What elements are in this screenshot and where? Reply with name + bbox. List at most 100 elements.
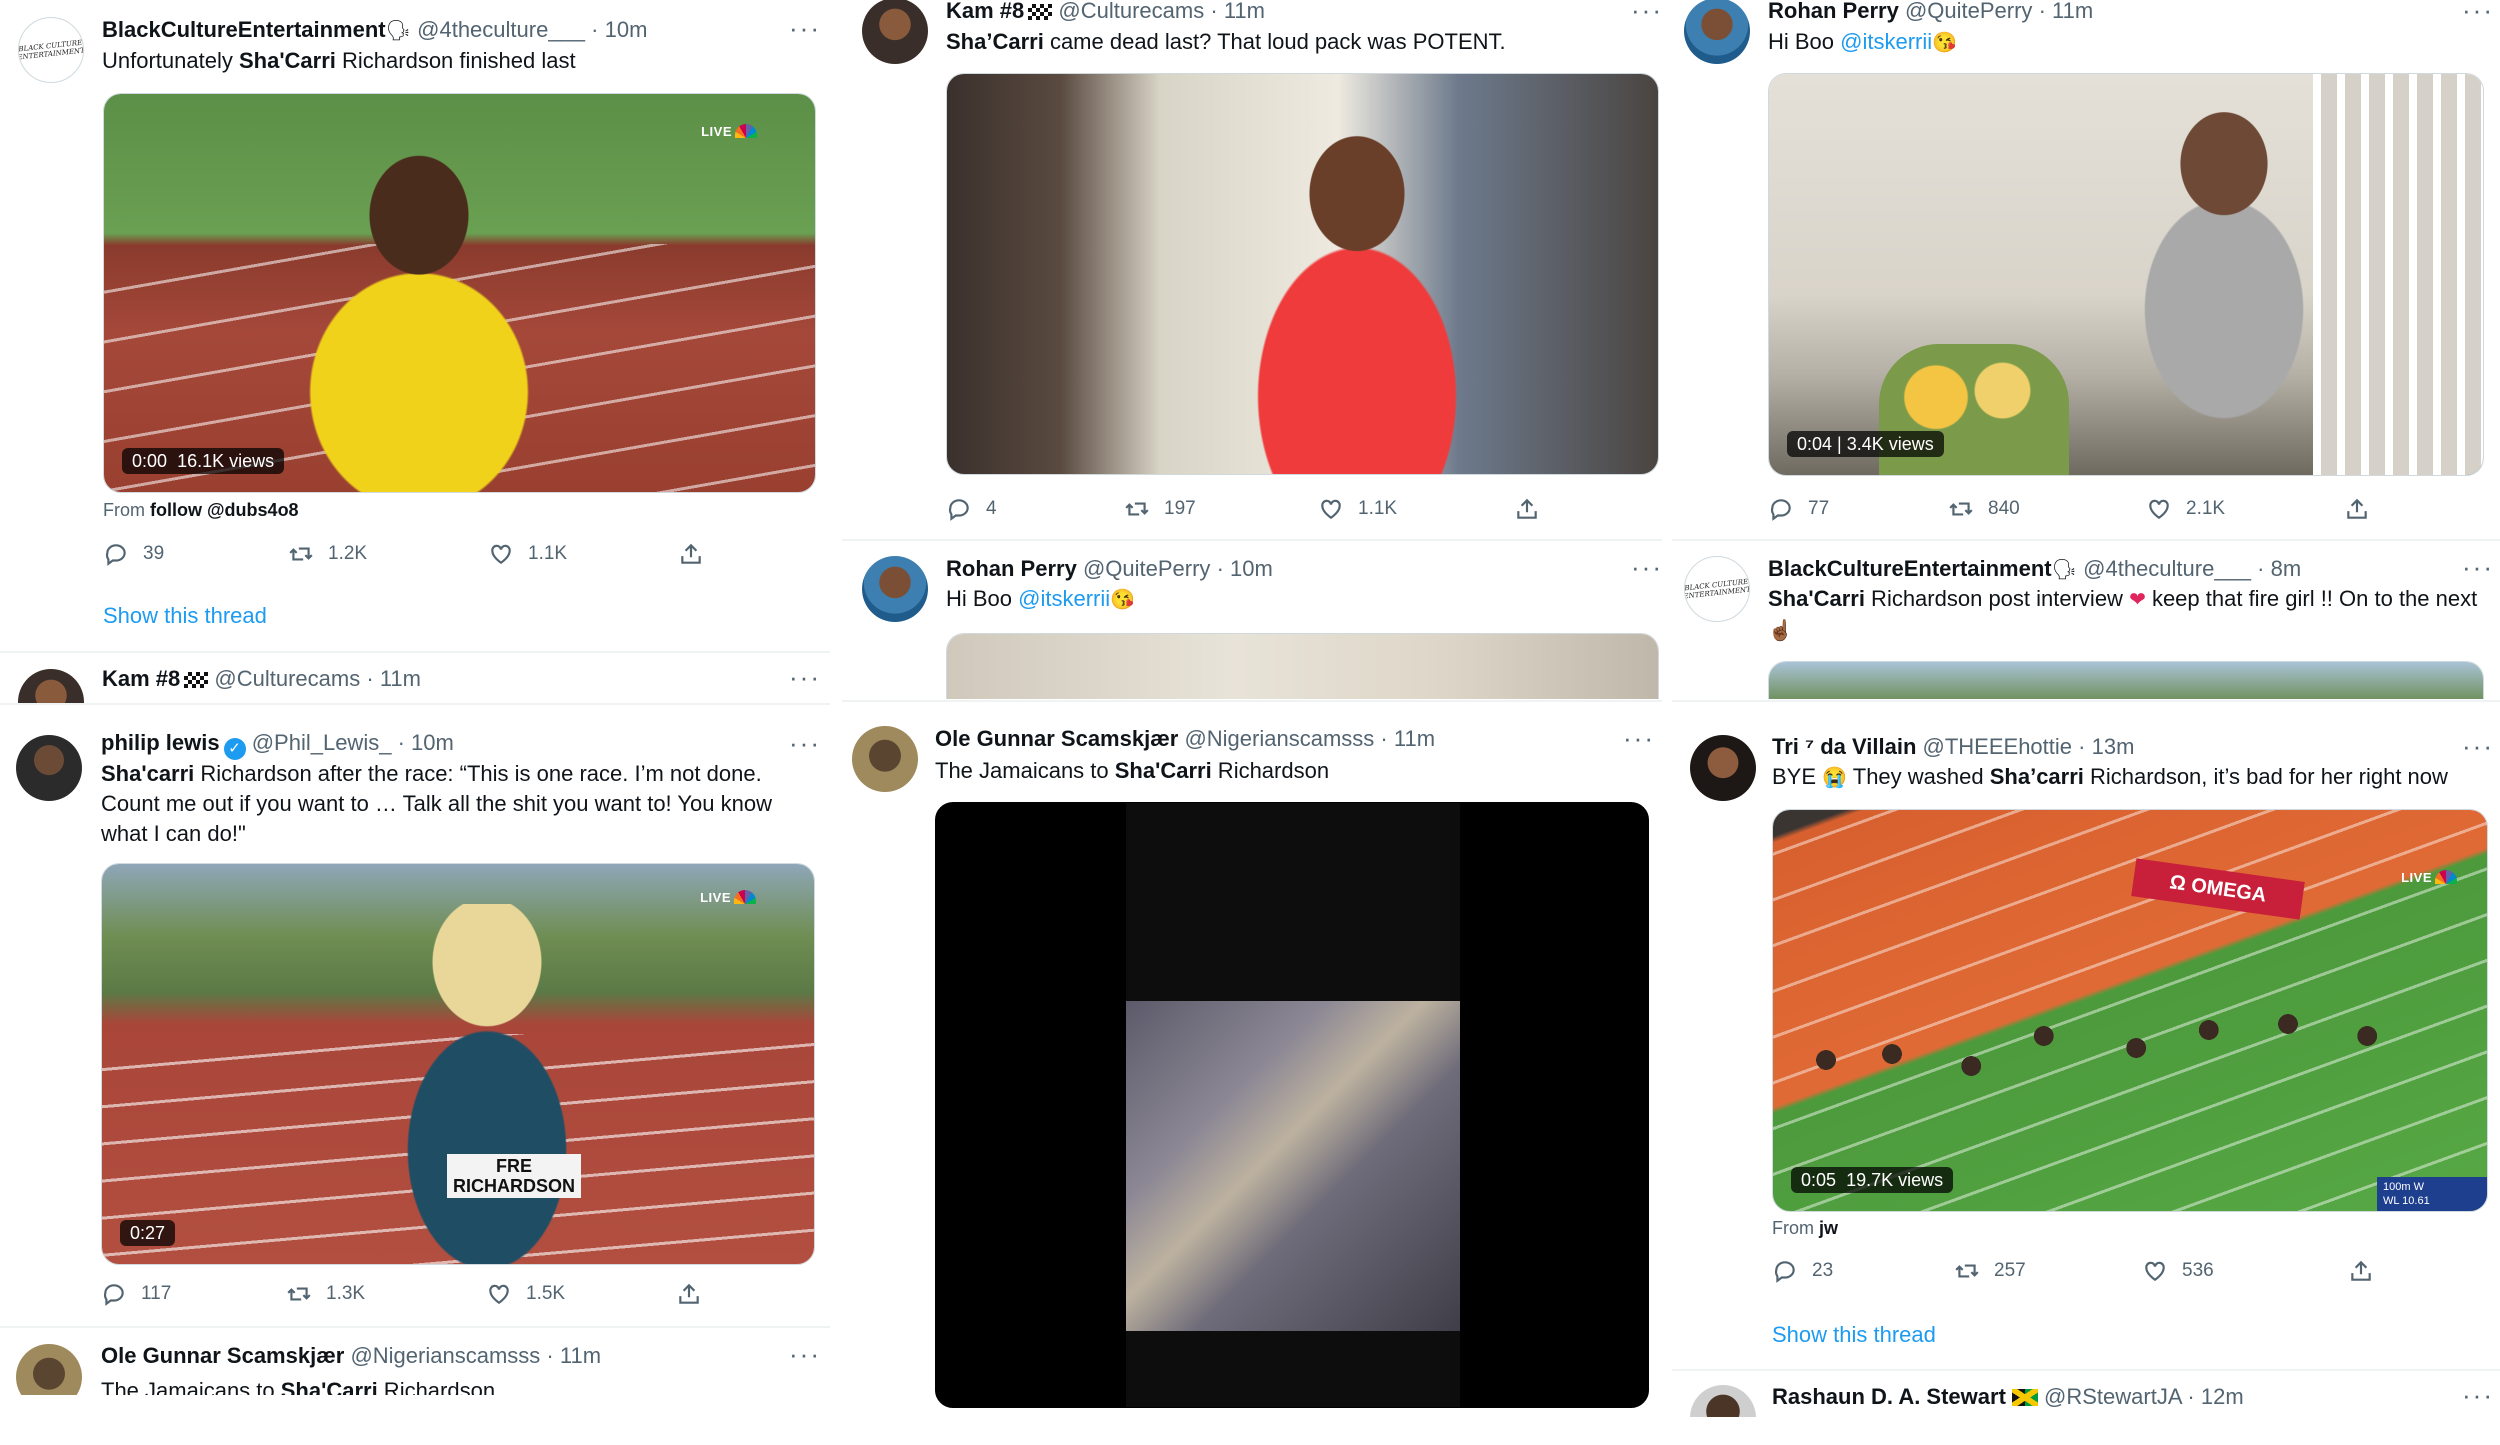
tweet-card[interactable]: Ole Gunnar Scamskjær @Nigerianscamsss · … <box>842 702 1662 1410</box>
video-player[interactable]: LIVE 0:00 16.1K views <box>103 93 816 493</box>
more-options-icon[interactable]: ··· <box>789 1341 821 1367</box>
avatar[interactable] <box>16 1344 82 1395</box>
user-name[interactable]: Tri ⁷ da Villain <box>1772 734 1916 759</box>
user-handle[interactable]: @Phil_Lewis_ <box>252 730 392 755</box>
more-options-icon[interactable]: ··· <box>1631 0 1662 23</box>
more-options-icon[interactable]: ··· <box>789 730 821 756</box>
tweet-card[interactable]: Rohan Perry @QuitePerry · 11m ··· Hi Boo… <box>1672 0 2500 540</box>
reply-button[interactable]: 4 <box>946 494 1124 524</box>
mention-link[interactable]: @itskerrii <box>1840 29 1932 54</box>
timestamp[interactable]: 10m <box>1230 556 1273 581</box>
video-player[interactable] <box>946 633 1659 699</box>
share-button[interactable] <box>2348 1256 2388 1286</box>
tweet-card[interactable]: BLACK CULTURE ENTERTAINMENT BlackCulture… <box>1672 541 2500 699</box>
timestamp[interactable]: 11m <box>1394 726 1435 751</box>
user-name[interactable]: Rohan Perry <box>1768 0 1899 23</box>
avatar[interactable] <box>16 735 82 801</box>
video-player[interactable] <box>946 73 1659 475</box>
user-handle[interactable]: @QuitePerry <box>1905 0 2032 23</box>
tweet-card[interactable]: Kam #8 @Culturecams · 11m ··· Sha’Carri … <box>842 0 1662 530</box>
like-button[interactable]: 2.1K <box>2146 494 2344 524</box>
timestamp[interactable]: 8m <box>2271 556 2302 581</box>
more-options-icon[interactable]: ··· <box>2462 733 2494 759</box>
mention-link[interactable]: @itskerrii <box>1018 586 1110 611</box>
user-name[interactable]: Ole Gunnar Scamskjær <box>101 1343 344 1368</box>
reply-button[interactable]: 117 <box>101 1279 286 1309</box>
user-name[interactable]: BlackCultureEntertainment <box>102 17 386 42</box>
retweet-button[interactable]: 1.2K <box>288 539 488 569</box>
reply-button[interactable]: 23 <box>1772 1256 1954 1286</box>
share-button[interactable] <box>676 1279 716 1309</box>
user-handle[interactable]: @Culturecams <box>1058 0 1204 23</box>
retweet-button[interactable]: 257 <box>1954 1256 2142 1286</box>
show-thread-link[interactable]: Show this thread <box>1772 1322 1936 1348</box>
user-name[interactable]: Kam #8 <box>102 666 180 691</box>
timestamp[interactable]: 13m <box>2092 734 2135 759</box>
like-button[interactable]: 1.1K <box>488 539 678 569</box>
source-user[interactable]: follow @dubs4o8 <box>150 500 299 520</box>
user-handle[interactable]: @4theculture___ <box>2083 556 2251 581</box>
user-handle[interactable]: @4theculture___ <box>417 17 585 42</box>
avatar[interactable] <box>18 669 84 703</box>
timestamp[interactable]: 11m <box>380 666 421 691</box>
avatar[interactable] <box>862 556 928 622</box>
share-button[interactable] <box>2344 494 2384 524</box>
tweet-card[interactable]: BLACK CULTURE ENTERTAINMENT BlackCulture… <box>0 0 830 650</box>
avatar[interactable]: BLACK CULTURE ENTERTAINMENT <box>18 17 84 83</box>
user-handle[interactable]: @Culturecams <box>214 666 360 691</box>
tweet-card[interactable]: philip lewis ✓ @Phil_Lewis_ · 10m ··· Sha… <box>0 705 830 1325</box>
avatar[interactable] <box>1690 1385 1756 1417</box>
avatar[interactable]: BLACK CULTURE ENTERTAINMENT <box>1684 556 1750 622</box>
user-name[interactable]: philip lewis <box>101 730 220 755</box>
tweet-card[interactable]: Kam #8 @Culturecams · 11m ··· <box>0 653 830 703</box>
more-options-icon[interactable]: ··· <box>2462 554 2494 580</box>
share-button[interactable] <box>1514 494 1554 524</box>
reply-button[interactable]: 77 <box>1768 494 1948 524</box>
timestamp[interactable]: 11m <box>560 1343 601 1368</box>
tweet-card[interactable]: Rashaun D. A. Stewart @RStewartJA · 12m … <box>1672 1371 2500 1417</box>
video-player[interactable]: 0:04 | 3.4K views <box>1768 73 2484 476</box>
more-options-icon[interactable]: ··· <box>2462 0 2494 23</box>
more-options-icon[interactable]: ··· <box>789 15 821 41</box>
source-user[interactable]: jw <box>1819 1218 1838 1238</box>
user-name[interactable]: BlackCultureEntertainment <box>1768 556 2052 581</box>
avatar[interactable] <box>1684 0 1750 64</box>
timestamp[interactable]: 11m <box>1224 0 1265 23</box>
retweet-button[interactable]: 1.3K <box>286 1279 486 1309</box>
user-name[interactable]: Ole Gunnar Scamskjær <box>935 726 1178 751</box>
reply-button[interactable]: 39 <box>103 539 288 569</box>
tweet-card[interactable]: Rohan Perry @QuitePerry · 10m ··· Hi Boo… <box>842 541 1662 699</box>
user-handle[interactable]: @Nigerianscamsss <box>1184 726 1374 751</box>
avatar[interactable] <box>852 726 918 792</box>
user-handle[interactable]: @RStewartJA <box>2044 1384 2181 1409</box>
user-name[interactable]: Rashaun D. A. Stewart <box>1772 1384 2006 1409</box>
video-player[interactable]: FRE RICHARDSON LIVE 0:27 <box>101 863 815 1265</box>
video-player[interactable] <box>935 802 1649 1408</box>
tweet-card[interactable]: Ole Gunnar Scamskjær @Nigerianscamsss · … <box>0 1328 830 1395</box>
video-player[interactable]: Ω OMEGA LIVE 100m W WL 10.61 0:05 19.7K … <box>1772 809 2488 1212</box>
timestamp[interactable]: 11m <box>2052 0 2093 23</box>
user-handle[interactable]: @QuitePerry <box>1083 556 1210 581</box>
avatar[interactable] <box>1690 735 1756 801</box>
timestamp[interactable]: 10m <box>411 730 454 755</box>
retweet-button[interactable]: 840 <box>1948 494 2146 524</box>
tweet-card[interactable]: Tri ⁷ da Villain @THEEEhottie · 13m ··· … <box>1672 702 2500 1369</box>
like-button[interactable]: 1.1K <box>1318 494 1514 524</box>
like-button[interactable]: 536 <box>2142 1256 2348 1286</box>
like-button[interactable]: 1.5K <box>486 1279 676 1309</box>
user-name[interactable]: Rohan Perry <box>946 556 1077 581</box>
timestamp[interactable]: 10m <box>605 17 648 42</box>
more-options-icon[interactable]: ··· <box>789 664 821 690</box>
retweet-button[interactable]: 197 <box>1124 494 1318 524</box>
share-button[interactable] <box>678 539 718 569</box>
more-options-icon[interactable]: ··· <box>1623 725 1655 751</box>
user-handle[interactable]: @THEEEhottie <box>1923 734 2073 759</box>
user-handle[interactable]: @Nigerianscamsss <box>350 1343 540 1368</box>
timestamp[interactable]: 12m <box>2201 1384 2244 1409</box>
avatar[interactable] <box>862 0 928 64</box>
show-thread-link[interactable]: Show this thread <box>103 603 267 629</box>
video-player[interactable] <box>1768 661 2484 699</box>
more-options-icon[interactable]: ··· <box>2462 1382 2494 1408</box>
more-options-icon[interactable]: ··· <box>1631 554 1662 580</box>
user-name[interactable]: Kam #8 <box>946 0 1024 23</box>
